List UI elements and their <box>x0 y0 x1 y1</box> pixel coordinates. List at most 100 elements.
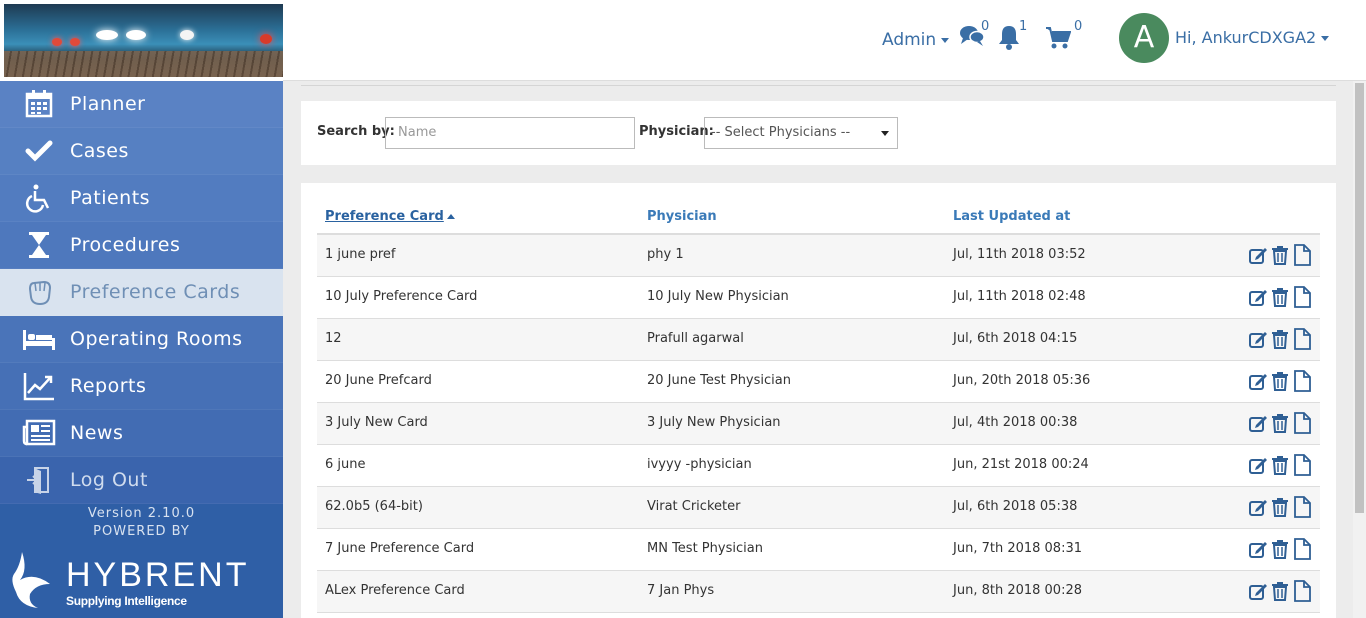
trash-icon[interactable] <box>1270 287 1290 307</box>
row-actions <box>1248 244 1312 266</box>
edit-icon[interactable] <box>1248 287 1268 307</box>
sidebar-item-preference-cards[interactable]: Preference Cards <box>0 269 283 316</box>
cell-preference-card[interactable]: 1 june pref <box>325 247 396 262</box>
document-icon[interactable] <box>1292 328 1312 350</box>
sidebar-item-news[interactable]: News <box>0 410 283 457</box>
cell-last-updated: Jul, 6th 2018 05:38 <box>953 499 1078 514</box>
chart-line-icon <box>22 371 56 401</box>
scrollbar-thumb[interactable] <box>1355 83 1364 513</box>
document-icon[interactable] <box>1292 496 1312 518</box>
cell-preference-card[interactable]: 7 June Preference Card <box>325 541 474 556</box>
document-icon[interactable] <box>1292 454 1312 476</box>
trash-icon[interactable] <box>1270 497 1290 517</box>
cart-count-badge: 0 <box>1074 19 1083 34</box>
column-header-preference-card[interactable]: Preference Card <box>325 209 455 224</box>
sidebar-item-patients[interactable]: Patients <box>0 175 283 222</box>
document-icon[interactable] <box>1292 412 1312 434</box>
powered-by-text: POWERED BY <box>93 524 190 539</box>
cell-preference-card[interactable]: 10 July Preference Card <box>325 289 477 304</box>
trash-icon[interactable] <box>1270 245 1290 265</box>
cell-physician: 3 July New Physician <box>647 415 781 430</box>
admin-dropdown[interactable]: Admin <box>882 30 950 50</box>
cell-last-updated: Jun, 21st 2018 00:24 <box>953 457 1089 472</box>
row-actions <box>1248 496 1312 518</box>
sidebar-item-label: Preference Cards <box>70 281 241 303</box>
document-icon[interactable] <box>1292 286 1312 308</box>
sidebar-item-label: Reports <box>70 375 147 397</box>
edit-icon[interactable] <box>1248 455 1268 475</box>
bell-icon[interactable] <box>997 24 1021 54</box>
column-header-last-updated[interactable]: Last Updated at <box>953 209 1070 224</box>
sidebar-item-cases[interactable]: Cases <box>0 128 283 175</box>
logo-banner-image[interactable] <box>4 4 283 77</box>
edit-icon[interactable] <box>1248 329 1268 349</box>
document-icon[interactable] <box>1292 244 1312 266</box>
row-actions <box>1248 538 1312 560</box>
cell-preference-card[interactable]: 20 June Prefcard <box>325 373 432 388</box>
version-text: Version 2.10.0 <box>87 506 196 521</box>
table-row[interactable]: 20 June Prefcard 20 June Test Physician Ju… <box>317 361 1320 403</box>
brand-tagline: Supplying Intelligence <box>66 594 187 608</box>
row-actions <box>1248 328 1312 350</box>
trash-icon[interactable] <box>1270 581 1290 601</box>
cell-physician: 20 June Test Physician <box>647 373 791 388</box>
cell-last-updated: Jul, 11th 2018 02:48 <box>953 289 1086 304</box>
door-exit-icon <box>22 465 56 495</box>
sidebar-item-procedures[interactable]: Procedures <box>0 222 283 269</box>
sidebar-item-operating-rooms[interactable]: Operating Rooms <box>0 316 283 363</box>
column-header-physician[interactable]: Physician <box>647 209 717 224</box>
cart-icon[interactable] <box>1045 26 1072 54</box>
search-input[interactable]: Name <box>385 117 635 149</box>
physician-select[interactable]: -- Select Physicians -- <box>704 117 898 149</box>
edit-icon[interactable] <box>1248 497 1268 517</box>
table-row[interactable]: 7 June Preference Card MN Test Physician J… <box>317 529 1320 571</box>
calendar-icon <box>22 89 56 119</box>
cell-last-updated: Jul, 6th 2018 04:15 <box>953 331 1078 346</box>
cell-physician: 10 July New Physician <box>647 289 789 304</box>
cell-preference-card[interactable]: 62.0b5 (64-bit) <box>325 499 423 514</box>
edit-icon[interactable] <box>1248 245 1268 265</box>
table-row[interactable]: 3 July New Card 3 July New Physician Jul, … <box>317 403 1320 445</box>
top-header: Admin 0 1 0 A Hi, AnkurCDXGA2 <box>283 0 1366 81</box>
preference-cards-table: Preference Card Physician Last Updated a… <box>301 183 1336 618</box>
edit-icon[interactable] <box>1248 581 1268 601</box>
table-row[interactable]: 1 june pref phy 1 Jul, 11th 2018 03:52 <box>317 235 1320 277</box>
scrollbar[interactable] <box>1353 81 1366 618</box>
sidebar-item-reports[interactable]: Reports <box>0 363 283 410</box>
physician-select-value: -- Select Physicians -- <box>711 125 851 140</box>
cell-preference-card[interactable]: 12 <box>325 331 342 346</box>
trash-icon[interactable] <box>1270 455 1290 475</box>
edit-icon[interactable] <box>1248 371 1268 391</box>
trash-icon[interactable] <box>1270 371 1290 391</box>
cell-preference-card[interactable]: 6 june <box>325 457 366 472</box>
search-label: Search by: <box>317 124 395 139</box>
edit-icon[interactable] <box>1248 413 1268 433</box>
trash-icon[interactable] <box>1270 539 1290 559</box>
filter-panel: Search by: Name Physician: -- Select Phy… <box>301 101 1336 165</box>
cell-preference-card[interactable]: 3 July New Card <box>325 415 428 430</box>
document-icon[interactable] <box>1292 370 1312 392</box>
sidebar-item-planner[interactable]: Planner <box>0 81 283 128</box>
table-row[interactable]: 10 July Preference Card 10 July New Physi… <box>317 277 1320 319</box>
sidebar-item-label: Operating Rooms <box>70 328 243 350</box>
cell-preference-card[interactable]: ALex Preference Card <box>325 583 465 598</box>
sidebar: Planner Cases Patients Procedures Prefer… <box>0 0 283 618</box>
edit-icon[interactable] <box>1248 539 1268 559</box>
cell-physician: 7 Jan Phys <box>647 583 715 598</box>
document-icon[interactable] <box>1292 538 1312 560</box>
user-menu[interactable]: Hi, AnkurCDXGA2 <box>1175 28 1330 47</box>
newspaper-icon <box>22 418 56 448</box>
table-row[interactable]: ALex Preference Card 7 Jan Phys Jun, 8th 2… <box>317 571 1320 613</box>
cell-physician: phy 1 <box>647 247 684 262</box>
chevron-down-icon <box>881 131 889 136</box>
table-row[interactable]: 62.0b5 (64-bit) Virat Cricketer Jul, 6th 2… <box>317 487 1320 529</box>
sidebar-item-log-out[interactable]: Log Out <box>0 457 283 504</box>
cell-physician: Virat Cricketer <box>647 499 741 514</box>
document-icon[interactable] <box>1292 580 1312 602</box>
hourglass-icon <box>22 230 56 260</box>
avatar[interactable]: A <box>1119 13 1169 63</box>
table-row[interactable]: 12 Prafull agarwal Jul, 6th 2018 04:15 <box>317 319 1320 361</box>
trash-icon[interactable] <box>1270 329 1290 349</box>
table-row[interactable]: 6 june ivyyy -physician Jun, 21st 2018 00:… <box>317 445 1320 487</box>
trash-icon[interactable] <box>1270 413 1290 433</box>
